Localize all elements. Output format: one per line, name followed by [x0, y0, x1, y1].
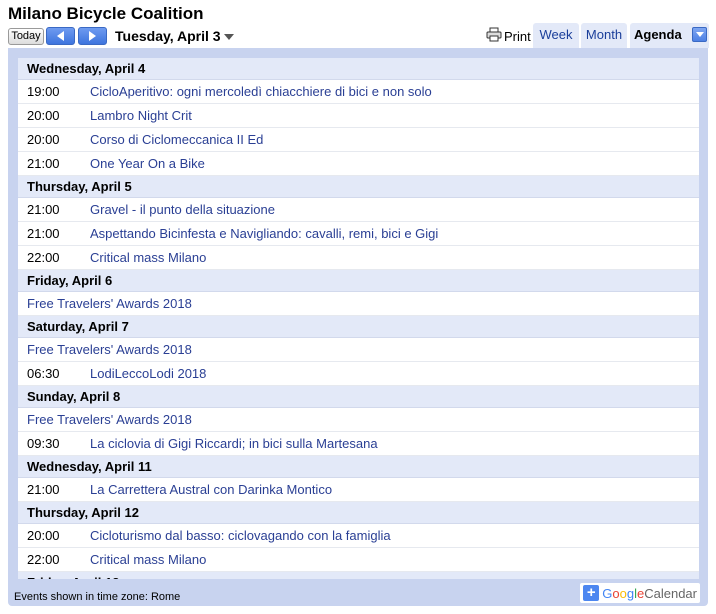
day-header: Sunday, April 8: [18, 386, 699, 408]
event-row[interactable]: 09:30 La ciclovia di Gigi Riccardi; in bi…: [18, 432, 699, 456]
event-title-link[interactable]: Gravel - il punto della situazione: [90, 198, 275, 221]
day-header: Thursday, April 12: [18, 502, 699, 524]
timezone-note: Events shown in time zone: Rome: [14, 591, 181, 603]
event-title-link[interactable]: CicloAperitivo: ogni mercoledì chiacchie…: [90, 80, 432, 103]
day-header: Friday, April 6: [18, 270, 699, 292]
event-time: 22:00: [27, 250, 60, 265]
day-header: Friday, April 13: [18, 572, 699, 579]
event-title-link[interactable]: Free Travelers' Awards 2018: [18, 338, 192, 361]
event-title-link[interactable]: Free Travelers' Awards 2018: [18, 408, 192, 431]
chevron-left-icon: [57, 31, 64, 41]
tab-agenda[interactable]: Agenda: [630, 23, 709, 48]
event-title-link[interactable]: Critical mass Milano: [90, 246, 206, 269]
google-calendar-badge[interactable]: + GoogleCalendar: [580, 583, 700, 603]
event-time: 20:00: [27, 132, 60, 147]
event-row[interactable]: 19:00 CicloAperitivo: ogni mercoledì chia…: [18, 80, 699, 104]
event-time: 09:30: [27, 436, 60, 451]
event-time: 22:00: [27, 552, 60, 567]
event-time: 21:00: [27, 226, 60, 241]
event-row[interactable]: 20:00 Lambro Night Crit: [18, 104, 699, 128]
event-title-link[interactable]: La ciclovia di Gigi Riccardi; in bici su…: [90, 432, 378, 455]
calendar-wordmark: Calendar: [644, 585, 697, 601]
printer-icon: [486, 27, 502, 45]
event-time: 19:00: [27, 84, 60, 99]
event-row[interactable]: 20:00 Corso di Ciclomeccanica II Ed: [18, 128, 699, 152]
tab-month[interactable]: Month: [581, 23, 627, 48]
event-row[interactable]: 22:00 Critical mass Milano: [18, 246, 699, 270]
chevron-down-icon: [695, 32, 704, 37]
event-row[interactable]: 21:00 La Carrettera Austral con Darinka M…: [18, 478, 699, 502]
event-title-link[interactable]: Free Travelers' Awards 2018: [18, 292, 192, 315]
event-row[interactable]: Free Travelers' Awards 2018: [18, 338, 699, 362]
event-title-link[interactable]: One Year On a Bike: [90, 152, 205, 175]
day-header: Wednesday, April 11: [18, 456, 699, 478]
event-row[interactable]: Free Travelers' Awards 2018: [18, 408, 699, 432]
plus-icon: +: [583, 585, 600, 601]
print-button[interactable]: Print: [486, 26, 531, 46]
agenda-list[interactable]: Wednesday, April 4 19:00 CicloAperitivo: o…: [18, 58, 699, 579]
event-title-link[interactable]: Critical mass Milano: [90, 548, 206, 571]
event-title-link[interactable]: Aspettando Bicinfesta e Navigliando: cav…: [90, 222, 438, 245]
event-row[interactable]: 21:00 Aspettando Bicinfesta e Navigliando…: [18, 222, 699, 246]
calendar-title: Milano Bicycle Coalition: [8, 4, 204, 23]
event-row[interactable]: Free Travelers' Awards 2018: [18, 292, 699, 316]
event-time: 21:00: [27, 202, 60, 217]
event-row[interactable]: 22:00 Critical mass Milano: [18, 548, 699, 572]
agenda-panel: Wednesday, April 4 19:00 CicloAperitivo: o…: [8, 48, 708, 606]
event-title-link[interactable]: LodiLeccoLodi 2018: [90, 362, 206, 385]
view-dropdown-button[interactable]: [692, 27, 707, 42]
print-label: Print: [504, 28, 531, 44]
google-calendar-logo: GoogleCalendar: [602, 586, 697, 601]
event-row[interactable]: 21:00 Gravel - il punto della situazione: [18, 198, 699, 222]
event-row[interactable]: 20:00 Cicloturismo dal basso: ciclovagand…: [18, 524, 699, 548]
tab-week[interactable]: Week: [533, 23, 579, 48]
tab-agenda-label: Agenda: [634, 27, 682, 42]
event-title-link[interactable]: Cicloturismo dal basso: ciclovagando con…: [90, 524, 391, 547]
event-time: 20:00: [27, 108, 60, 123]
next-button[interactable]: [78, 27, 107, 45]
current-date-label: Tuesday, April 3: [115, 28, 221, 44]
date-picker-dropdown[interactable]: [224, 34, 234, 40]
previous-button[interactable]: [46, 27, 75, 45]
event-time: 20:00: [27, 528, 60, 543]
event-time: 06:30: [27, 366, 60, 381]
event-title-link[interactable]: Lambro Night Crit: [90, 104, 192, 127]
event-row[interactable]: 21:00 One Year On a Bike: [18, 152, 699, 176]
event-title-link[interactable]: La Carrettera Austral con Darinka Montic…: [90, 478, 332, 501]
event-title-link[interactable]: Corso di Ciclomeccanica II Ed: [90, 128, 263, 151]
chevron-right-icon: [89, 31, 96, 41]
event-time: 21:00: [27, 156, 60, 171]
day-header: Saturday, April 7: [18, 316, 699, 338]
day-header: Thursday, April 5: [18, 176, 699, 198]
today-button[interactable]: Today: [8, 28, 44, 45]
calendar-toolbar: Today Tuesday, April 3 Print Week Month …: [8, 23, 709, 48]
event-time: 21:00: [27, 482, 60, 497]
day-header: Wednesday, April 4: [18, 58, 699, 80]
event-row[interactable]: 06:30 LodiLeccoLodi 2018: [18, 362, 699, 386]
google-wordmark: Google: [602, 585, 645, 601]
